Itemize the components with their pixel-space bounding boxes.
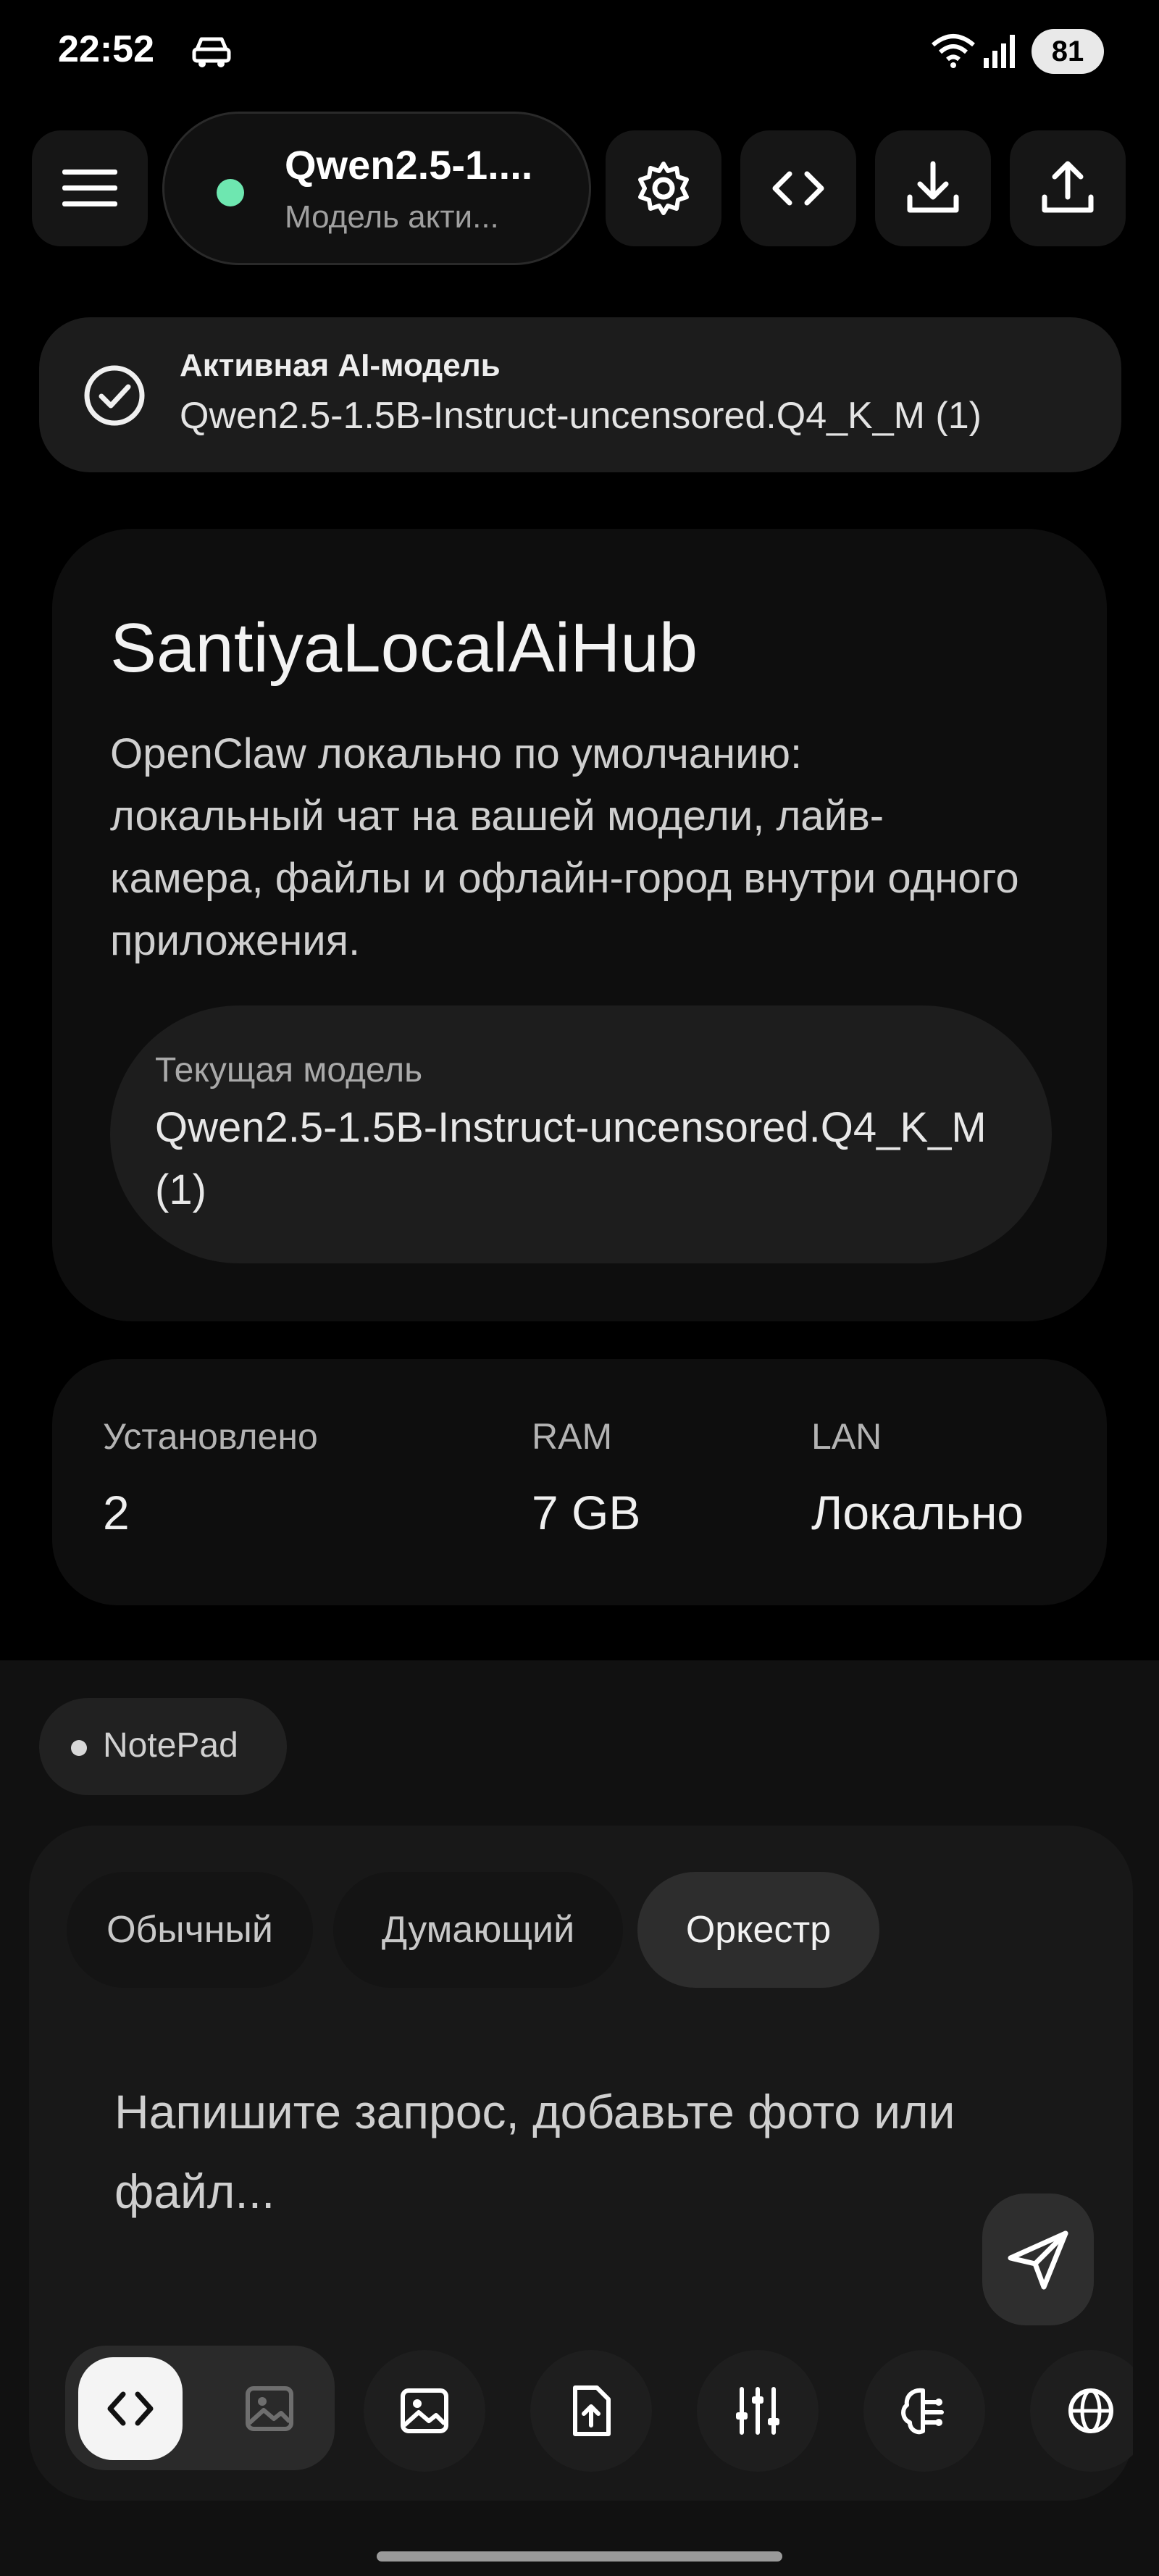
send-icon — [1008, 2230, 1068, 2290]
image-toggle-icon — [246, 2386, 293, 2431]
menu-button[interactable] — [32, 130, 148, 246]
model-status-dot — [217, 179, 244, 206]
composer-box: Обычный Думающий Оркестр Напишите запрос… — [29, 1826, 1133, 2501]
model-name: Qwen2.5-1.... — [285, 142, 533, 188]
sliders-icon — [736, 2387, 779, 2435]
current-model-chip[interactable]: Текущая модель Qwen2.5-1.5B-Instruct-unc… — [110, 1005, 1052, 1263]
brain-icon — [901, 2388, 944, 2435]
attach-file-button[interactable] — [530, 2350, 652, 2472]
home-indicator[interactable] — [377, 2551, 782, 2562]
prompt-input[interactable]: Напишите запрос, добавьте фото или файл.… — [114, 2072, 969, 2231]
reasoning-button[interactable] — [863, 2350, 985, 2472]
signal-icon — [984, 35, 1015, 68]
web-search-button[interactable] — [1030, 2350, 1133, 2472]
file-upload-icon — [573, 2385, 611, 2436]
model-selector[interactable]: Qwen2.5-1.... Модель акти... — [162, 112, 591, 265]
app-description: OpenClaw локально по умолчанию: локальны… — [110, 730, 1019, 964]
app-title: SantiyaLocalAiHub — [110, 609, 698, 687]
active-model-banner[interactable]: Активная AI-модель Qwen2.5-1.5B-Instruct… — [39, 317, 1121, 472]
status-time: 22:52 — [58, 28, 154, 70]
settings-gear-icon — [638, 162, 689, 215]
code-toggle-icon — [107, 2391, 154, 2426]
stat-installed-value: 2 — [103, 1486, 130, 1539]
settings-sliders-button[interactable] — [697, 2350, 819, 2472]
current-model-value: Qwen2.5-1.5B-Instruct-uncensored.Q4_K_M … — [155, 1104, 987, 1213]
code-brackets-icon — [772, 171, 824, 206]
download-button[interactable] — [875, 130, 991, 246]
image-attach-icon — [401, 2388, 448, 2433]
stat-ram-value: 7 GB — [532, 1486, 641, 1539]
globe-icon — [1068, 2388, 1113, 2433]
notepad-dot — [71, 1740, 87, 1756]
tool-row — [29, 2341, 1133, 2476]
stat-installed-label: Установлено — [103, 1416, 318, 1457]
banner-title: Активная AI-модель — [180, 348, 501, 383]
send-button[interactable] — [982, 2194, 1094, 2325]
current-model-label: Текущая модель — [155, 1051, 423, 1090]
attach-image-button[interactable] — [364, 2350, 485, 2472]
hamburger-menu-icon — [62, 170, 117, 206]
code-button[interactable] — [740, 130, 856, 246]
image-toggle-button[interactable] — [217, 2357, 322, 2460]
banner-model-value: Qwen2.5-1.5B-Instruct-uncensored.Q4_K_M … — [180, 395, 982, 437]
settings-button[interactable] — [606, 130, 721, 246]
stats-card: Установлено 2 RAM 7 GB LAN Локально — [52, 1359, 1107, 1605]
mode-normal[interactable]: Обычный — [67, 1872, 313, 1988]
car-mode-icon — [192, 37, 231, 67]
notepad-chip[interactable]: NotePad — [39, 1698, 287, 1795]
battery-indicator: 81 — [1032, 29, 1104, 74]
check-circle-icon — [84, 365, 145, 426]
composer-panel: NotePad Обычный Думающий Оркестр Напишит… — [0, 1660, 1159, 2576]
mode-thinking[interactable]: Думающий — [333, 1872, 623, 1988]
input-mode-toggle[interactable] — [65, 2346, 335, 2470]
upload-button[interactable] — [1010, 130, 1126, 246]
download-icon — [907, 161, 959, 213]
notepad-label: NotePad — [103, 1726, 238, 1765]
hero-card: SantiyaLocalAiHub OpenClaw локально по у… — [52, 529, 1107, 1321]
upload-icon — [1042, 161, 1094, 213]
model-status-text: Модель акти... — [285, 199, 499, 235]
stat-lan-value: Локально — [811, 1486, 1024, 1539]
wifi-icon — [932, 34, 975, 68]
code-toggle-button[interactable] — [78, 2357, 183, 2460]
mode-orchestra[interactable]: Оркестр — [637, 1872, 879, 1988]
stat-ram-label: RAM — [532, 1416, 613, 1457]
stat-lan-label: LAN — [811, 1416, 882, 1457]
status-bar: 22:52 81 — [0, 0, 1159, 109]
